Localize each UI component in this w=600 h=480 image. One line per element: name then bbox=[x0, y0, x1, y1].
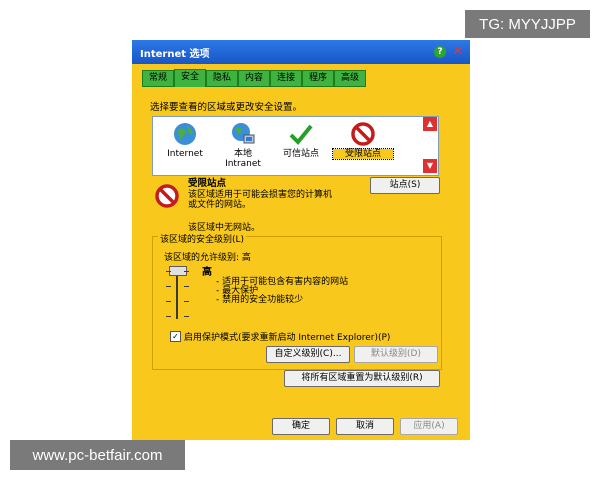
zone-list: Internet 本地 Intranet 可信站点 受限站点 bbox=[152, 116, 439, 176]
slider-tick bbox=[184, 286, 189, 287]
tab-privacy[interactable]: 隐私 bbox=[206, 70, 238, 87]
intranet-icon bbox=[232, 123, 255, 144]
restricted-icon bbox=[351, 122, 375, 146]
slider-tick bbox=[166, 286, 171, 287]
security-level-description: 适用于可能包含有害内容的网站 最大保护 禁用的安全功能较少 bbox=[216, 278, 348, 305]
zone-prompt: 选择要查看的区域或更改安全设置。 bbox=[150, 102, 303, 113]
zone-label: 本地 Intranet bbox=[225, 149, 261, 169]
slider-tick bbox=[166, 271, 171, 272]
tab-programs[interactable]: 程序 bbox=[302, 70, 334, 87]
sites-button[interactable]: 站点(S) bbox=[370, 177, 440, 194]
zone-local-intranet[interactable]: 本地 Intranet bbox=[213, 121, 273, 169]
checkmark-icon bbox=[289, 124, 313, 145]
slider-tick bbox=[184, 316, 189, 317]
slider-tick bbox=[166, 316, 171, 317]
security-level-label: 该区域的安全级别(L) bbox=[158, 232, 247, 245]
scroll-up-icon[interactable]: ▲ bbox=[423, 117, 437, 131]
protected-mode-checkbox[interactable]: ✓ bbox=[170, 331, 181, 342]
cancel-button[interactable]: 取消 bbox=[336, 418, 394, 435]
zone-trusted-sites[interactable]: 可信站点 bbox=[271, 121, 331, 159]
security-level-name: 高 bbox=[202, 267, 212, 278]
allowed-level-text: 该区域的允许级别: 高 bbox=[164, 253, 251, 263]
ok-button[interactable]: 确定 bbox=[272, 418, 330, 435]
tab-advanced[interactable]: 高级 bbox=[334, 70, 366, 87]
tab-connections[interactable]: 连接 bbox=[270, 70, 302, 87]
watermark-bottom-left: www.pc-betfair.com bbox=[10, 440, 185, 470]
zone-restricted-sites[interactable]: 受限站点 bbox=[332, 121, 394, 160]
zone-description: 该区域适用于可能会损害您的计算机或文件的网站。 bbox=[188, 190, 333, 210]
reset-all-zones-button[interactable]: 将所有区域重置为默认级别(R) bbox=[284, 370, 440, 387]
title-bar: Internet 选项 ? ✕ bbox=[132, 40, 470, 64]
custom-level-button[interactable]: 自定义级别(C)... bbox=[266, 346, 350, 363]
zone-label: 受限站点 bbox=[332, 148, 394, 160]
protected-mode-label: 启用保护模式(要求重新启动 Internet Explorer)(P) bbox=[184, 333, 391, 343]
slider-tick bbox=[166, 301, 171, 302]
scroll-down-icon[interactable]: ▼ bbox=[423, 159, 437, 173]
zone-internet[interactable]: Internet bbox=[155, 121, 215, 159]
slider-tick bbox=[184, 271, 189, 272]
internet-options-dialog: Internet 选项 ? ✕ 常规 安全 隐私 内容 连接 程序 高级 选择要… bbox=[132, 40, 470, 440]
zone-list-scrollbar[interactable]: ▲ ▼ bbox=[423, 117, 437, 173]
watermark-top-right: TG: MYYJJPP bbox=[465, 10, 590, 38]
zone-title: 受限站点 bbox=[188, 178, 227, 189]
tab-security[interactable]: 安全 bbox=[174, 69, 206, 87]
help-icon[interactable]: ? bbox=[434, 46, 446, 58]
tab-content[interactable]: 内容 bbox=[238, 70, 270, 87]
level-item: 禁用的安全功能较少 bbox=[216, 296, 348, 305]
window-title: Internet 选项 bbox=[140, 49, 210, 60]
apply-button[interactable]: 应用(A) bbox=[400, 418, 458, 435]
restricted-zone-icon bbox=[155, 184, 179, 208]
zone-label: 可信站点 bbox=[282, 149, 319, 159]
slider-tick bbox=[184, 301, 189, 302]
zone-label: Internet bbox=[167, 149, 203, 159]
close-icon[interactable]: ✕ bbox=[450, 44, 466, 60]
default-level-button[interactable]: 默认级别(D) bbox=[354, 346, 438, 363]
tab-general[interactable]: 常规 bbox=[142, 70, 174, 87]
globe-icon bbox=[174, 123, 196, 145]
